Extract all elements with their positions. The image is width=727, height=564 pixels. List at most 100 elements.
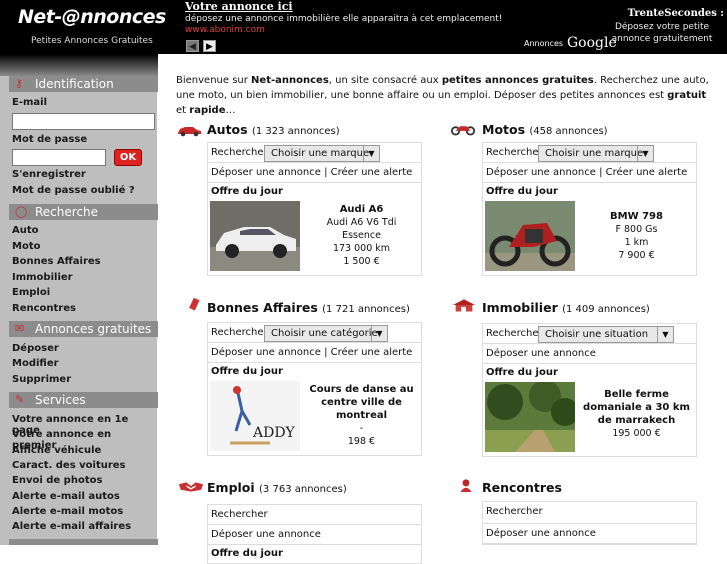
sidebar: ⚷ Identification E-mail Mot de passe OK S… (0, 54, 165, 545)
sidebar-item-supprimer[interactable]: Supprimer (12, 374, 71, 385)
sidebar-item-auto[interactable]: Auto (12, 225, 39, 236)
sidebar-item-envoi-photos[interactable]: Envoi de photos (12, 475, 102, 486)
services-header: ✎ Services (9, 392, 158, 408)
offer-title[interactable]: Cours de danse au centre ville de montre… (309, 384, 413, 421)
annonces-title: Annonces gratuites (35, 322, 152, 336)
offer-title[interactable]: Belle ferme domaniale a 30 km de marrake… (583, 389, 690, 426)
audi-photo[interactable] (210, 201, 300, 271)
autos-box: Rechercher Choisir une marque ▼ Déposer u… (207, 142, 422, 276)
motos-actions[interactable]: Déposer une annonce | Créer une alerte (483, 163, 696, 183)
motos-offer-label: Offre du jour (486, 186, 558, 197)
trentesecondes-title[interactable]: TrenteSecondes : (612, 8, 724, 19)
motos-search-row: Rechercher Choisir une marque ▼ (483, 143, 696, 163)
emploi-offer-label: Offre du jour (211, 548, 283, 559)
ad-url[interactable]: www.abonim.com (185, 25, 265, 35)
speech-bubble-icon: ◯ (15, 205, 28, 218)
category-title-emploi[interactable]: Emploi (3 763 annonces) (207, 480, 347, 495)
sidebar-item-alerte-affaires[interactable]: Alerte e-mail affaires (12, 521, 131, 532)
sidebar-item-moto[interactable]: Moto (12, 241, 40, 252)
immobilier-offer[interactable]: Belle ferme domaniale a 30 km de marrake… (483, 382, 696, 456)
immobilier-actions[interactable]: Déposer une annonce (483, 344, 696, 364)
motos-search-label: Rechercher (486, 147, 543, 158)
sidebar-item-modifier[interactable]: Modifier (12, 358, 59, 369)
motos-brand-select[interactable]: Choisir une marque ▼ (538, 145, 654, 162)
sidebar-top-gradient (0, 54, 158, 76)
key-icon: ⚷ (15, 77, 24, 90)
login-ok-button[interactable]: OK (114, 149, 142, 166)
rencontres-title[interactable]: Rencontres (482, 480, 562, 495)
site-logo[interactable]: Net-@nnonces (18, 6, 166, 28)
offer-fuel: Essence (342, 230, 381, 241)
affaires-offer[interactable]: ADDY Cours de danse au centre ville de m… (208, 381, 421, 455)
header-bar: Net-@nnonces Petites Annonces Gratuites … (0, 0, 727, 54)
car-icon (178, 127, 201, 137)
autos-brand-select[interactable]: Choisir une marque ▼ (264, 145, 380, 162)
sidebar-item-emploi[interactable]: Emploi (12, 287, 50, 298)
forgot-password-link[interactable]: Mot de passe oublié ? (12, 185, 135, 196)
sidebar-item-deposer[interactable]: Déposer (12, 343, 59, 354)
google-ads-label[interactable]: Annonces (524, 39, 563, 48)
ad-text[interactable]: déposez une annonce immobilière elle app… (185, 14, 502, 24)
sidebar-item-alerte-autos[interactable]: Alerte e-mail autos (12, 491, 120, 502)
trentesecondes-text[interactable]: Déposez votre petite annonce gratuitemen… (608, 21, 716, 45)
offer-km: 173 000 km (332, 243, 391, 254)
sidebar-item-alerte-motos[interactable]: Alerte e-mail motos (12, 506, 123, 517)
annonces-header: ✉ Annonces gratuites (9, 321, 158, 337)
offer-title[interactable]: Audi A6 (340, 204, 384, 215)
autos-actions[interactable]: Déposer une annonce | Créer une alerte (208, 163, 421, 183)
immobilier-select-value: Choisir une situation (545, 329, 649, 340)
autos-select-value: Choisir une marque (271, 148, 370, 159)
autos-offer[interactable]: Audi A6 Audi A6 V6 Tdi Essence 173 000 km 1 … (208, 201, 421, 275)
ad-title-link[interactable]: Votre annonce ici (185, 0, 293, 13)
affaires-title[interactable]: Bonnes Affaires (207, 300, 318, 315)
immobilier-count: (1 409 annonces) (562, 304, 650, 315)
affaires-count: (1 721 annonces) (322, 304, 410, 315)
next-ad-icon[interactable]: ▶ (203, 40, 216, 52)
affaires-category-select[interactable]: Choisir une catégorie ▼ (264, 325, 388, 342)
category-title-rencontres[interactable]: Rencontres (482, 480, 562, 495)
recherche-header: ◯ Recherche (9, 204, 158, 220)
rencontres-actions[interactable]: Déposer une annonce (483, 524, 696, 544)
immobilier-location-select[interactable]: Choisir une situation ▼ (538, 326, 674, 343)
motos-count: (458 annonces) (529, 126, 608, 137)
prev-ad-icon[interactable]: ◀ (186, 40, 199, 52)
handshake-icon (178, 482, 204, 492)
affaires-actions[interactable]: Déposer une annonce | Créer une alerte (208, 343, 421, 363)
immobilier-offer-label: Offre du jour (486, 367, 558, 378)
rencontres-box: Rechercher Déposer une annonce (482, 501, 697, 545)
services-title: Services (35, 393, 86, 407)
immobilier-offer-text[interactable]: Belle ferme domaniale a 30 km de marrake… (578, 388, 695, 440)
affaires-offer-text[interactable]: Cours de danse au centre ville de montre… (303, 383, 420, 448)
bmw-photo[interactable] (485, 201, 575, 271)
motos-offer[interactable]: BMW 798 F 800 Gs 1 km 7 900 € (483, 201, 696, 275)
autos-title[interactable]: Autos (207, 122, 248, 137)
category-title-motos[interactable]: Motos (458 annonces) (482, 122, 608, 137)
pen-icon: ✎ (15, 393, 25, 406)
autos-count: (1 323 annonces) (251, 126, 340, 137)
emploi-search-row: Rechercher (208, 505, 421, 525)
motos-title[interactable]: Motos (482, 122, 525, 137)
email-field[interactable] (12, 113, 155, 130)
sidebar-item-affiche-vehicule[interactable]: Affiche véhicule (12, 445, 101, 456)
sidebar-item-bonnes-affaires[interactable]: Bonnes Affaires (12, 256, 101, 267)
sidebar-item-caract-voitures[interactable]: Caract. des voitures (12, 460, 126, 471)
register-link[interactable]: S'enregistrer (12, 169, 86, 180)
farm-photo[interactable] (485, 382, 575, 452)
emploi-count: (3 763 annonces) (259, 484, 347, 495)
category-title-immobilier[interactable]: Immobilier (1 409 annonces) (482, 300, 650, 315)
password-field[interactable] (12, 149, 106, 166)
motos-offer-text[interactable]: BMW 798 F 800 Gs 1 km 7 900 € (578, 210, 695, 262)
offer-title[interactable]: BMW 798 (610, 211, 663, 222)
intro-part: et (176, 105, 190, 116)
offer-price: 1 500 € (343, 256, 380, 267)
immobilier-title[interactable]: Immobilier (482, 300, 558, 315)
category-title-autos[interactable]: Autos (1 323 annonces) (207, 122, 340, 137)
category-title-bonnes-affaires[interactable]: Bonnes Affaires (1 721 annonces) (207, 300, 410, 315)
emploi-actions[interactable]: Déposer une annonce (208, 525, 421, 545)
emploi-title[interactable]: Emploi (207, 480, 255, 495)
motos-box: Rechercher Choisir une marque ▼ Déposer u… (482, 142, 697, 276)
sidebar-item-immobilier[interactable]: Immobilier (12, 272, 73, 283)
autos-offer-text[interactable]: Audi A6 Audi A6 V6 Tdi Essence 173 000 km 1 … (303, 203, 420, 268)
shopping-tag-icon (189, 297, 200, 311)
sidebar-item-rencontres[interactable]: Rencontres (12, 303, 76, 314)
